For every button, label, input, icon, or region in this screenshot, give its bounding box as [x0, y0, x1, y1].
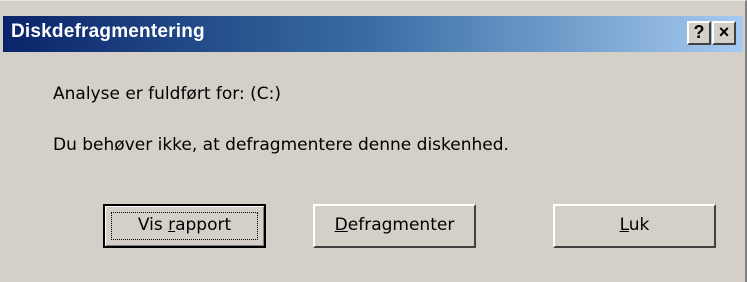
defragment-label-suffix: efragmenter: [347, 215, 455, 235]
close-label-suffix: uk: [628, 215, 650, 235]
close-button[interactable]: ×: [712, 21, 736, 45]
defrag-dialog: Diskdefragmentering ? × Analyse er fuldf…: [0, 0, 747, 282]
view-report-button[interactable]: Vis rapport: [103, 204, 266, 248]
close-dialog-button[interactable]: Luk: [553, 204, 716, 248]
analysis-complete-text: Analyse er fuldført for: (C:): [53, 84, 281, 104]
close-mnemonic: L: [619, 215, 629, 235]
defragment-button[interactable]: Defragmenter: [313, 204, 476, 248]
window-title: Diskdefragmentering: [11, 21, 205, 42]
view-report-label-prefix: Vis: [137, 215, 169, 235]
no-defrag-needed-text: Du behøver ikke, at defragmentere denne …: [53, 135, 509, 155]
help-button[interactable]: ?: [687, 21, 711, 45]
defragment-mnemonic: D: [334, 215, 348, 235]
title-bar[interactable]: Diskdefragmentering ? ×: [3, 16, 743, 52]
view-report-label-suffix: apport: [175, 215, 232, 235]
